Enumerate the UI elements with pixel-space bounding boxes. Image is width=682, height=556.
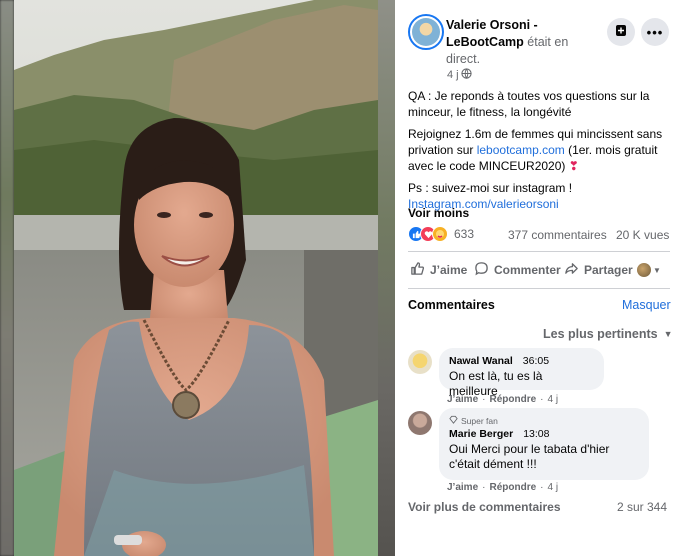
comment-age[interactable]: 4 j <box>548 482 559 493</box>
comment-text: Oui Merci pour le tabata d'hier c'était … <box>449 442 610 471</box>
post-actions-bar: J’aime Commenter Partager ▼ <box>408 258 670 282</box>
comment-like-link[interactable]: J’aime <box>447 394 478 405</box>
video-frame <box>14 0 378 556</box>
live-video[interactable] <box>0 0 395 556</box>
reactions-count: 633 <box>454 227 475 241</box>
separator: · <box>482 394 486 405</box>
share-button[interactable]: Partager <box>564 261 633 279</box>
like-button[interactable]: J’aime <box>410 261 467 279</box>
super-fan-badge: Super fan <box>449 415 639 426</box>
commenter-name[interactable]: Marie Berger <box>449 428 513 440</box>
commenter-avatar[interactable] <box>408 411 432 435</box>
comment-video-time[interactable]: 36:05 <box>523 355 549 367</box>
divider <box>408 288 670 289</box>
video-blur-right <box>378 0 395 556</box>
author-status: était en <box>527 35 569 49</box>
globe-icon <box>460 68 472 82</box>
comment-reply-link[interactable]: Répondre <box>489 482 536 493</box>
hide-comments-link[interactable]: Masquer <box>622 298 671 312</box>
bookmark-plus-icon <box>615 24 627 40</box>
comment-reply-link[interactable]: Répondre <box>489 394 536 405</box>
comment-bubble: Super fan Marie Berger 13:08 Oui Merci p… <box>439 408 649 480</box>
caret-down-icon: ▼ <box>663 329 673 339</box>
post-as-selector[interactable]: ▼ <box>637 263 661 277</box>
post-body-line2: Rejoignez 1.6m de femmes qui mincissent … <box>408 126 676 174</box>
comments-pagination: 2 sur 344 <box>617 500 668 514</box>
care-reaction-icon <box>432 226 448 242</box>
author-avatar[interactable] <box>408 14 444 50</box>
heart-exclamation-emoji: ❣ <box>568 159 579 173</box>
video-scene <box>14 0 378 556</box>
comment-header: Nawal Wanal 36:05 <box>449 355 594 367</box>
commenter-avatar[interactable] <box>408 350 432 374</box>
post-author: Valerie Orsoni - LeBootCamp était en dir… <box>446 17 596 68</box>
diamond-icon <box>449 415 458 426</box>
views-count: 20 K vues <box>616 228 670 242</box>
comment-bubble: Nawal Wanal 36:05 On est là, tu es là me… <box>439 348 604 398</box>
comments-title: Commentaires <box>408 298 495 312</box>
comments-sort-dropdown[interactable]: Les plus pertinents ▼ <box>543 327 673 341</box>
sort-label: Les plus pertinents <box>543 327 658 341</box>
author-status-line2: direct. <box>446 52 481 66</box>
comment-age[interactable]: 4 j <box>548 394 559 405</box>
ps-text: Ps : suivez-moi sur instagram ! <box>408 181 573 195</box>
author-avatar-image <box>412 18 440 46</box>
post-time-text: 4 j <box>447 69 459 81</box>
see-less-link[interactable]: Voir moins <box>408 206 469 220</box>
post-time[interactable]: 4 j <box>447 68 472 82</box>
post-body-line1: QA : Je reponds à toutes vos questions s… <box>408 89 650 119</box>
ellipsis-icon: ••• <box>646 24 664 40</box>
post-body: QA : Je reponds à toutes vos questions s… <box>408 88 676 212</box>
comment-actions: J’aime · Répondre · 4 j <box>447 482 558 493</box>
thumbs-up-icon <box>410 261 425 279</box>
separator: · <box>540 394 544 405</box>
save-button[interactable] <box>607 18 635 46</box>
divider <box>408 251 670 252</box>
caret-down-icon: ▼ <box>653 265 661 275</box>
more-options-button[interactable]: ••• <box>641 18 669 46</box>
like-label: J’aime <box>430 263 468 277</box>
comment-bubble-icon <box>474 261 489 279</box>
lebootcamp-link[interactable]: lebootcamp.com <box>477 143 565 157</box>
reactions-summary[interactable]: 633 <box>408 226 474 242</box>
view-more-comments-link[interactable]: Voir plus de commentaires <box>408 500 561 514</box>
separator: · <box>540 482 544 493</box>
share-label: Partager <box>584 263 633 277</box>
comment-label: Commenter <box>494 263 561 277</box>
badge-label: Super fan <box>461 415 498 426</box>
comment-like-link[interactable]: J’aime <box>447 482 478 493</box>
comment-actions: J’aime · Répondre · 4 j <box>447 394 558 405</box>
author-name-line2[interactable]: LeBootCamp <box>446 35 524 49</box>
comments-count-link[interactable]: 377 commentaires <box>508 228 607 242</box>
comment-button[interactable]: Commenter <box>474 261 561 279</box>
author-name-line1[interactable]: Valerie Orsoni - <box>446 18 538 32</box>
commenter-name[interactable]: Nawal Wanal <box>449 355 513 367</box>
video-blur-left <box>0 0 14 556</box>
share-arrow-icon <box>564 261 579 279</box>
profile-avatar-icon <box>637 263 651 277</box>
separator: · <box>482 482 486 493</box>
comment-header: Marie Berger 13:08 <box>449 428 639 440</box>
post-panel: Valerie Orsoni - LeBootCamp était en dir… <box>395 0 682 556</box>
comment-video-time[interactable]: 13:08 <box>523 428 549 440</box>
